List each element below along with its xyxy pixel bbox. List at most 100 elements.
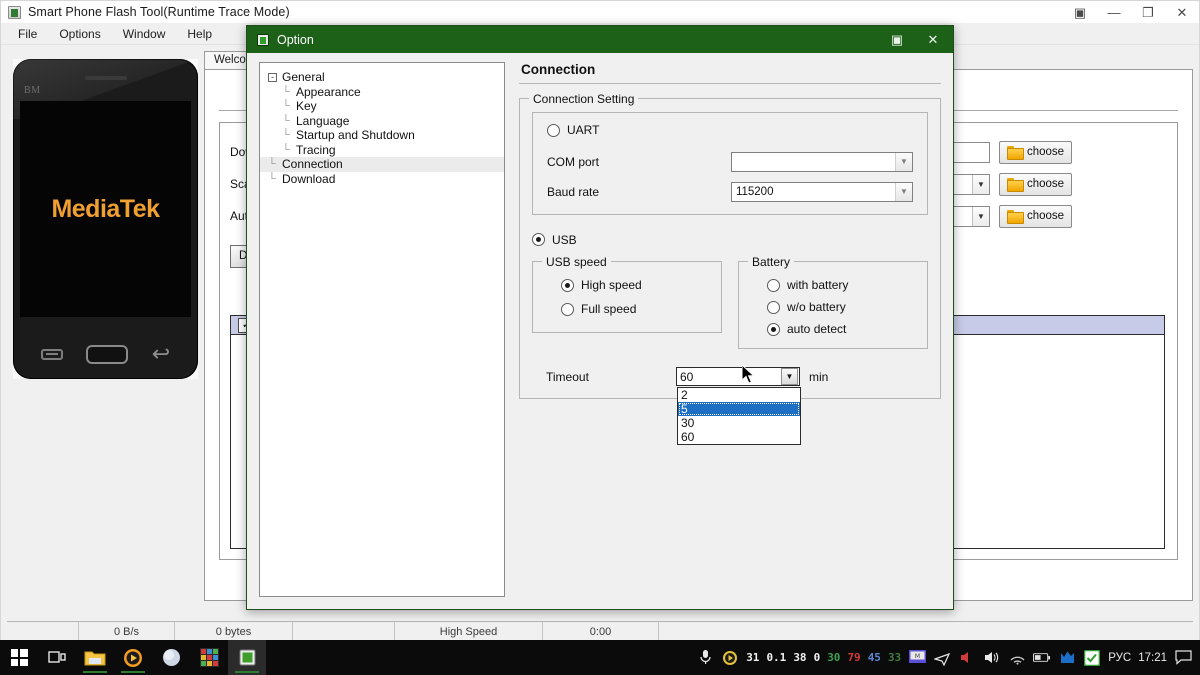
running-indicator <box>83 671 107 673</box>
tree-item-appearance[interactable]: └ Appearance <box>260 85 504 100</box>
scatter-file-choose-button[interactable]: choose <box>999 172 1073 196</box>
tree-item-download[interactable]: └ Download <box>260 172 504 187</box>
usb-speed-full-radio[interactable]: Full speed <box>561 302 711 316</box>
uart-label: UART <box>567 123 600 137</box>
tree-branch-icon: └ <box>268 172 276 185</box>
antivirus-check-icon[interactable] <box>1083 649 1101 667</box>
battery-icon[interactable] <box>1033 649 1051 667</box>
restore-window-button[interactable]: ❐ <box>1131 1 1165 23</box>
tree-item-label: Tracing <box>296 142 336 157</box>
keyboard-language-indicator[interactable]: РУС <box>1108 652 1131 664</box>
radio-icon-selected <box>767 322 780 336</box>
running-indicator <box>235 671 259 673</box>
tray-number-2: 38 <box>793 651 807 664</box>
application-title: Smart Phone Flash Tool(Runtime Trace Mod… <box>28 5 290 19</box>
phone-home-icon <box>86 344 129 364</box>
wifi-icon[interactable] <box>1008 649 1026 667</box>
battery-with-radio[interactable]: with battery <box>767 278 917 292</box>
dialog-pin-button[interactable]: ▣ <box>879 26 915 53</box>
airplane-icon[interactable] <box>933 649 951 667</box>
timeout-combo[interactable]: 60 ▼ 2 5 30 60 <box>676 367 801 445</box>
settings-tree: - General └ Appearance └ Key └ Language … <box>260 63 504 186</box>
choose-label: choose <box>1027 146 1065 158</box>
pin-window-button[interactable]: ▣ <box>1063 1 1097 23</box>
tree-item-label: General <box>282 70 325 85</box>
dialog-titlebar: Option ▣ ✕ <box>247 26 953 53</box>
menu-file[interactable]: File <box>7 25 48 43</box>
battery-auto-detect-label: auto detect <box>787 322 847 336</box>
battery-legend: Battery <box>748 255 795 269</box>
phone-device: BM MediaTek ↩ <box>13 59 198 379</box>
connection-settings-panel: Connection Connection Setting UART COM p… <box>519 62 941 597</box>
status-cell-6 <box>659 622 1193 642</box>
clock[interactable]: 17:21 <box>1138 652 1167 664</box>
timeout-option-2[interactable]: 2 <box>678 388 800 402</box>
dialog-body: - General └ Appearance └ Key └ Language … <box>247 53 953 609</box>
close-window-button[interactable]: ✕ <box>1165 1 1199 23</box>
dialog-close-button[interactable]: ✕ <box>915 26 951 53</box>
tree-item-tracing[interactable]: └ Tracing <box>260 143 504 158</box>
timeout-option-30[interactable]: 30 <box>678 416 800 430</box>
radio-icon-selected <box>561 278 574 292</box>
tray-number-7: 33 <box>887 651 902 664</box>
tree-item-startup-and-shutdown[interactable]: └ Startup and Shutdown <box>260 128 504 143</box>
flash-tool-taskbar-button[interactable] <box>228 640 266 675</box>
connection-setting-legend: Connection Setting <box>529 92 639 106</box>
timeout-option-60[interactable]: 60 <box>678 430 800 444</box>
tree-item-general[interactable]: - General <box>260 70 504 85</box>
battery-auto-detect-radio[interactable]: auto detect <box>767 322 917 336</box>
folder-icon <box>1007 178 1024 192</box>
phone-back-icon: ↩ <box>151 341 171 366</box>
chevron-down-icon[interactable]: ▼ <box>895 182 912 201</box>
chevron-down-icon[interactable]: ▼ <box>895 152 912 171</box>
download-agent-choose-button[interactable]: choose <box>999 140 1073 164</box>
menu-options[interactable]: Options <box>48 25 111 43</box>
com-port-combo[interactable]: ▼ <box>730 151 913 172</box>
timeout-dropdown-list: 2 5 30 60 <box>677 387 801 445</box>
battery-options: with battery w/o battery auto detect <box>749 272 917 340</box>
menu-window[interactable]: Window <box>112 25 177 43</box>
baud-rate-combo[interactable]: 115200 ▼ <box>730 181 913 202</box>
browser-button[interactable] <box>152 640 190 675</box>
microphone-icon[interactable] <box>696 649 714 667</box>
battery-without-radio[interactable]: w/o battery <box>767 300 917 314</box>
start-button[interactable] <box>0 640 38 675</box>
file-explorer-icon <box>84 651 106 665</box>
minimize-window-button[interactable]: — <box>1097 1 1131 23</box>
task-view-button[interactable] <box>38 640 76 675</box>
usb-speed-high-radio[interactable]: High speed <box>561 278 711 292</box>
malwarebytes-icon[interactable] <box>1058 649 1076 667</box>
tree-item-language[interactable]: └ Language <box>260 114 504 129</box>
chevron-down-icon[interactable]: ▼ <box>781 368 798 385</box>
action-center-icon[interactable] <box>1174 649 1192 667</box>
tray-number-3: 0 <box>813 651 821 664</box>
uart-radio[interactable]: UART <box>547 123 599 137</box>
radio-icon-selected <box>532 233 545 246</box>
collapse-expander-icon[interactable]: - <box>268 72 277 82</box>
dialog-title: Option <box>277 32 314 47</box>
authentication-choose-button[interactable]: choose <box>999 204 1073 228</box>
radio-icon <box>547 123 560 137</box>
file-explorer-button[interactable] <box>76 640 114 675</box>
menu-help[interactable]: Help <box>176 25 223 43</box>
volume-icon[interactable] <box>983 649 1001 667</box>
connection-setting-group: Connection Setting UART COM port ▼ Baud … <box>519 92 941 445</box>
usb-radio[interactable]: USB <box>532 233 577 247</box>
media-tray-icon[interactable] <box>721 649 739 667</box>
play-circle-icon <box>124 648 142 667</box>
tree-item-connection[interactable]: └ Connection <box>260 157 504 172</box>
timeout-option-5[interactable]: 5 <box>678 402 800 416</box>
media-player-button[interactable] <box>114 640 152 675</box>
archiver-button[interactable] <box>190 640 228 675</box>
volume-muted-icon[interactable] <box>958 649 976 667</box>
monitor-icon[interactable]: M <box>908 649 926 667</box>
tree-branch-icon: └ <box>282 114 290 127</box>
phone-watermark: BM <box>24 85 41 96</box>
panel-divider <box>519 83 941 84</box>
phone-navigation-buttons: ↩ <box>13 339 198 369</box>
chevron-down-icon[interactable]: ▼ <box>972 174 989 194</box>
usb-option-columns: USB speed High speed Full speed Battery … <box>532 255 928 349</box>
tree-item-key[interactable]: └ Key <box>260 99 504 114</box>
tray-number-5: 79 <box>847 651 861 664</box>
chevron-down-icon[interactable]: ▼ <box>972 206 989 226</box>
